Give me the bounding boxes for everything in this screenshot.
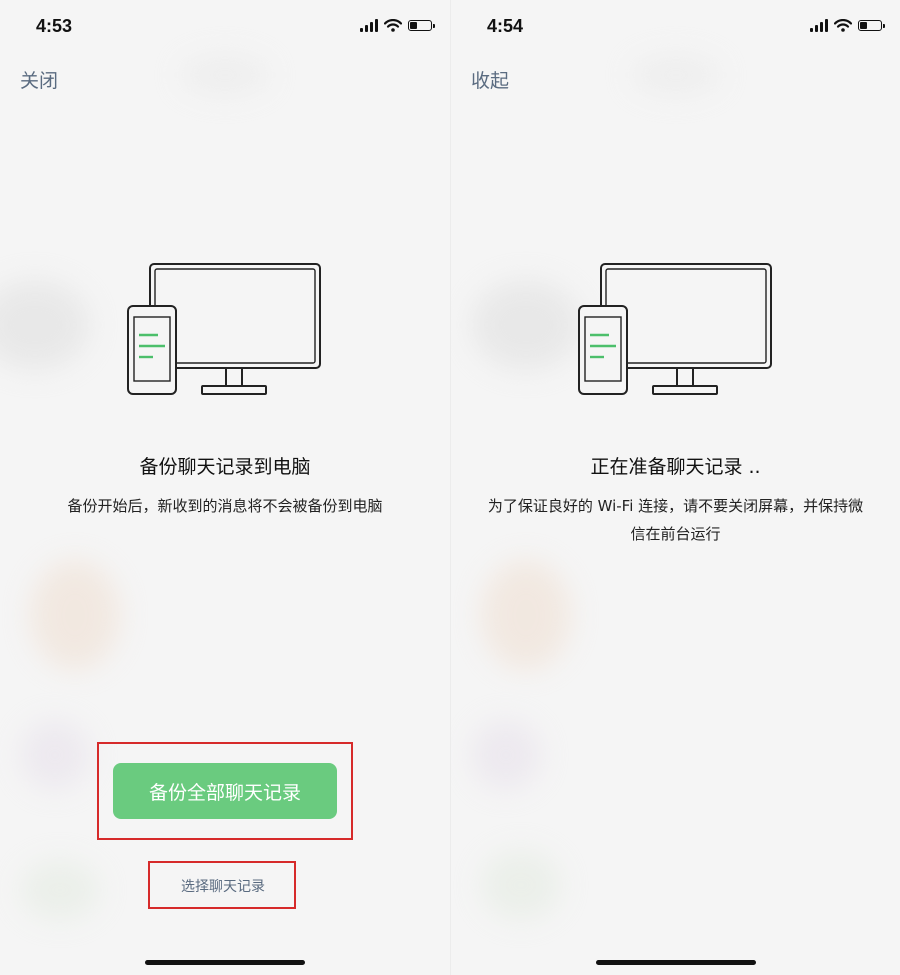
close-button[interactable]: 关闭: [20, 66, 58, 93]
collapse-button[interactable]: 收起: [471, 66, 509, 93]
status-bar: 4:53: [0, 14, 450, 40]
home-indicator[interactable]: [145, 960, 305, 965]
screen-title: 正在准备聊天记录 ..: [590, 456, 761, 478]
signal-icon: [810, 19, 828, 32]
wifi-icon: [834, 19, 852, 32]
status-time: 4:53: [36, 16, 73, 36]
screen-description: 备份开始后，新收到的消息将不会被备份到电脑: [67, 497, 383, 515]
backup-all-button[interactable]: 备份全部聊天记录: [113, 763, 337, 819]
screenshot-comparison: 4:53 关闭 备份聊天记录到电脑 备份开始后，新收到的消息将不会被备份到电脑 …: [0, 0, 900, 975]
battery-icon: [858, 20, 885, 31]
status-time: 4:54: [487, 16, 524, 36]
battery-icon: [408, 20, 435, 31]
screen-preparing: 4:54 收起 正在准备聊天记录 .. 为了保证良好的 Wi-Fi 连接，请不要…: [450, 0, 900, 975]
home-indicator[interactable]: [596, 960, 756, 965]
wifi-icon: [384, 19, 402, 32]
screen-description: 为了保证良好的 Wi-Fi 连接，请不要关闭屏幕，并保持微信在前台运行: [487, 497, 864, 543]
signal-icon: [360, 19, 378, 32]
phone-to-computer-illustration: [127, 263, 321, 395]
select-records-link[interactable]: 选择聊天记录: [150, 866, 296, 906]
screen-backup-start: 4:53 关闭 备份聊天记录到电脑 备份开始后，新收到的消息将不会被备份到电脑 …: [0, 0, 450, 975]
screen-title: 备份聊天记录到电脑: [139, 456, 311, 478]
phone-to-computer-illustration: [578, 263, 772, 395]
status-bar: 4:54: [451, 14, 900, 40]
